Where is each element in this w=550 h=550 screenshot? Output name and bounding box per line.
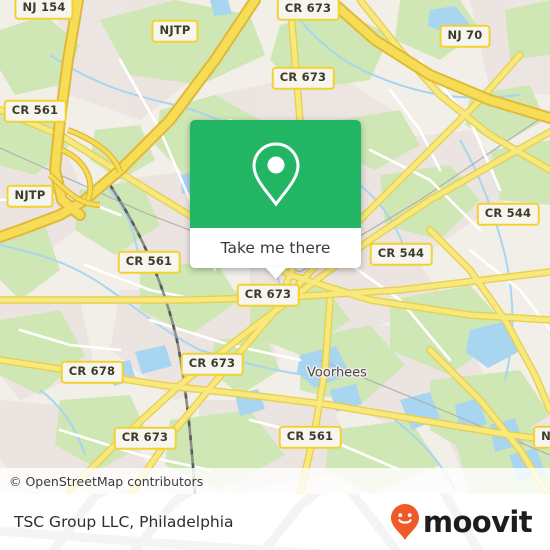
road-shield: CR 561	[3, 99, 67, 123]
road-shield: N	[533, 425, 550, 449]
road-shield: CR 561	[117, 250, 181, 274]
road-shield: CR 673	[271, 66, 335, 90]
road-shield: NJ 70	[439, 24, 491, 48]
road-shield: CR 673	[113, 426, 177, 450]
footer-bar: TSC Group LLC, Philadelphia moovit	[0, 494, 550, 550]
map-pin-icon	[251, 142, 300, 207]
popup-card-pointer	[264, 267, 287, 279]
place-label: Voorhees	[307, 365, 367, 381]
road-shield: NJ 154	[14, 0, 74, 20]
map-attribution-bar: © OpenStreetMap contributors	[0, 468, 550, 494]
road-shield: CR 544	[369, 242, 433, 266]
destination-popup-card[interactable]: Take me there	[190, 120, 361, 279]
popup-card-footer[interactable]: Take me there	[190, 228, 361, 279]
road-shield: CR 678	[60, 360, 124, 384]
popup-card-header	[190, 120, 361, 228]
attribution-text: © OpenStreetMap contributors	[9, 473, 204, 489]
map-canvas[interactable]: NJ 154 NJTP CR 673 NJ 70 CR 673 CR 561 NJTP CR …	[0, 0, 550, 494]
road-shield: CR 673	[236, 283, 300, 307]
moovit-wordmark: moovit	[422, 504, 533, 539]
road-shield: CR 673	[180, 352, 244, 376]
footer-content: TSC Group LLC, Philadelphia moovit	[0, 494, 550, 550]
road-shield: NJTP	[6, 184, 54, 208]
moovit-logo[interactable]: moovit	[390, 503, 533, 541]
road-shield: NJTP	[151, 19, 199, 43]
moovit-pin-icon	[390, 504, 419, 540]
location-title: TSC Group LLC, Philadelphia	[14, 513, 234, 531]
road-shield: CR 544	[476, 202, 540, 226]
road-shield: CR 673	[276, 0, 340, 21]
take-me-there-label: Take me there	[220, 239, 331, 257]
moovit-map-screenshot: NJ 154 NJTP CR 673 NJ 70 CR 673 CR 561 NJTP CR …	[0, 0, 550, 550]
road-shield: CR 561	[278, 425, 342, 449]
